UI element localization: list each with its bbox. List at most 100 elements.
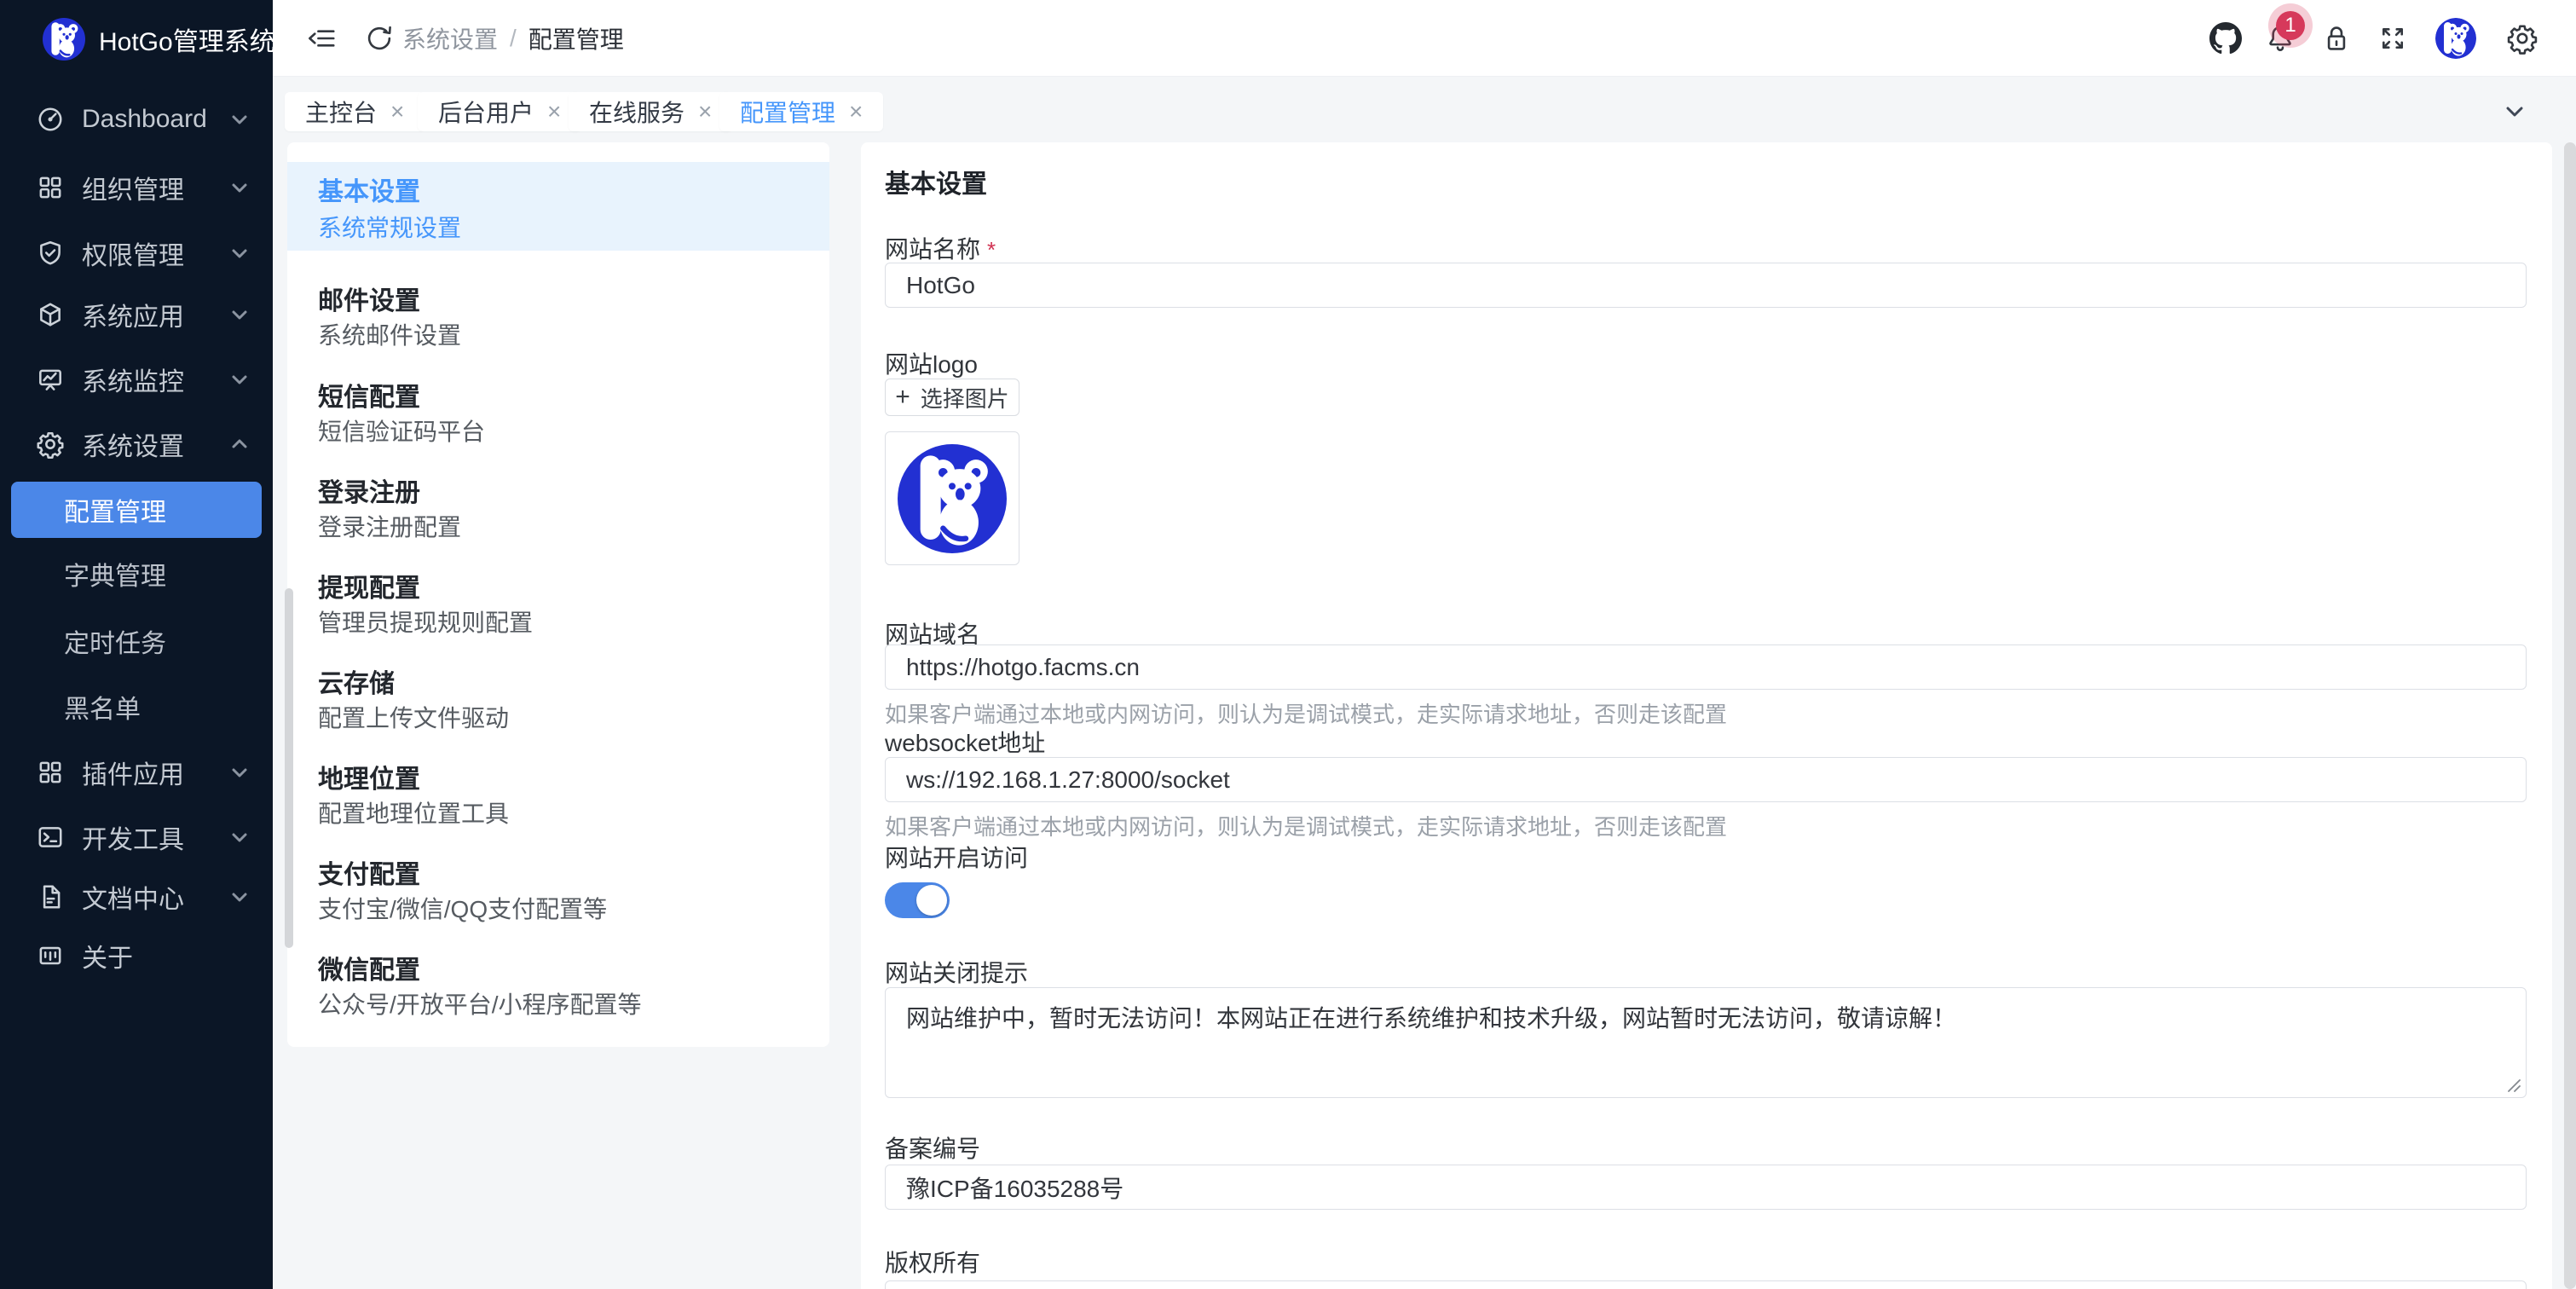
settings-nav-subtitle: 支付宝/微信/QQ支付配置等 <box>318 891 607 925</box>
site-access-toggle[interactable] <box>885 882 950 918</box>
sidebar-subitem-label: 字典管理 <box>64 555 166 592</box>
settings-nav-item-email[interactable]: 邮件设置 系统邮件设置 <box>287 275 829 360</box>
sidebar-item-label: 关于 <box>82 937 133 974</box>
settings-nav-subtitle: 公众号/开放平台/小程序配置等 <box>318 986 642 1020</box>
tab-online-service[interactable]: 在线服务 × <box>569 92 732 131</box>
grid-icon <box>36 758 65 787</box>
sidebar-item-docs[interactable]: 文档中心 <box>0 876 273 918</box>
sidebar-item-label: Dashboard <box>82 105 207 134</box>
sidebar-item-about[interactable]: 关于 <box>0 934 273 977</box>
copyright-input[interactable] <box>885 1280 2527 1289</box>
chevron-down-icon <box>230 828 249 847</box>
site-logo-label: 网站logo <box>885 346 978 380</box>
plus-icon: + <box>895 383 910 412</box>
sidebar-item-system-settings[interactable]: 系统设置 <box>0 423 273 465</box>
sidebar-item-monitoring[interactable]: 系统监控 <box>0 358 273 401</box>
sidebar-item-label: 系统监控 <box>82 361 184 398</box>
terminal-icon <box>36 823 65 852</box>
sidebar-subitem-scheduled-tasks[interactable]: 定时任务 <box>0 620 273 662</box>
settings-nav-item-wechat[interactable]: 微信配置 公众号/开放平台/小程序配置等 <box>287 944 829 1029</box>
sidebar-collapse-icon[interactable] <box>305 22 338 55</box>
toggle-knob <box>916 885 947 916</box>
settings-nav-item-sms[interactable]: 短信配置 短信验证码平台 <box>287 371 829 456</box>
settings-nav-title: 提现配置 <box>318 567 420 604</box>
settings-nav-item-cloud-storage[interactable]: 云存储 配置上传文件驱动 <box>287 657 829 743</box>
github-icon[interactable] <box>2209 22 2242 55</box>
sidebar-subitem-config-management[interactable]: 配置管理 <box>11 482 262 538</box>
dashboard-icon <box>36 105 65 134</box>
user-avatar[interactable] <box>2435 18 2476 59</box>
websocket-input[interactable] <box>885 757 2527 802</box>
app-logo-icon <box>43 18 85 61</box>
sidebar-subitem-blacklist[interactable]: 黑名单 <box>0 685 273 728</box>
sidebar-subitem-label: 定时任务 <box>64 622 166 660</box>
sidebar-subitem-dictionary[interactable]: 字典管理 <box>0 552 273 595</box>
refresh-icon[interactable] <box>363 22 396 55</box>
close-tip-textarea[interactable]: 网站维护中，暂时无法访问！本网站正在进行系统维护和技术升级，网站暂时无法访问，敬… <box>885 987 2527 1098</box>
tab-label: 在线服务 <box>589 95 684 129</box>
settings-nav-subtitle: 系统常规设置 <box>318 210 461 244</box>
site-name-label: 网站名称* <box>885 231 996 265</box>
tab-label: 配置管理 <box>740 95 835 129</box>
site-name-input[interactable] <box>885 263 2527 308</box>
tab-dashboard[interactable]: 主控台 × <box>285 92 425 131</box>
nav-scrollbar-thumb[interactable] <box>285 588 293 948</box>
koala-logo-image <box>898 444 1007 553</box>
lock-icon[interactable] <box>2320 22 2353 55</box>
sidebar-item-organization[interactable]: 组织管理 <box>0 166 273 209</box>
sidebar-item-plugins[interactable]: 插件应用 <box>0 751 273 794</box>
settings-nav-title: 登录注册 <box>318 471 420 509</box>
tabbar-chevron-down-icon[interactable] <box>2499 96 2530 127</box>
breadcrumb-section[interactable]: 系统设置 <box>402 21 498 55</box>
tab-close-icon[interactable]: × <box>390 100 404 124</box>
sidebar-item-label: 系统应用 <box>82 296 184 333</box>
tab-label: 后台用户 <box>438 95 534 129</box>
settings-nav-item-geolocation[interactable]: 地理位置 配置地理位置工具 <box>287 753 829 838</box>
sidebar-item-label: 文档中心 <box>82 878 184 916</box>
required-asterisk: * <box>987 237 996 263</box>
icp-label: 备案编号 <box>885 1130 980 1165</box>
chevron-down-icon <box>230 370 249 389</box>
breadcrumb-separator: / <box>510 25 517 52</box>
notification-badge: 1 <box>2276 11 2305 40</box>
site-logo-preview[interactable] <box>885 431 1019 565</box>
sidebar-item-permissions[interactable]: 权限管理 <box>0 232 273 275</box>
sidebar-item-system-apps[interactable]: 系统应用 <box>0 293 273 336</box>
settings-nav-title: 云存储 <box>318 662 395 700</box>
breadcrumb: 系统设置 / 配置管理 <box>402 0 624 77</box>
chevron-down-icon <box>230 110 249 129</box>
tab-admin-users[interactable]: 后台用户 × <box>418 92 581 131</box>
tabbar: 主控台 × 后台用户 × 在线服务 × 配置管理 × <box>273 78 2576 140</box>
tab-label: 主控台 <box>305 95 377 129</box>
sidebar: HotGo管理系统 Dashboard 组织管理 权限管理 系统应用 系统监控 <box>0 0 273 1289</box>
sidebar-item-label: 插件应用 <box>82 754 184 791</box>
tab-close-icon[interactable]: × <box>547 100 561 124</box>
content-scrollbar[interactable] <box>2564 142 2576 1289</box>
settings-nav-item-login[interactable]: 登录注册 登录注册配置 <box>287 466 829 552</box>
sidebar-subitem-label: 黑名单 <box>64 688 141 725</box>
tab-close-icon[interactable]: × <box>849 100 863 124</box>
settings-gear-icon[interactable] <box>2506 22 2538 55</box>
sidebar-subitem-label: 配置管理 <box>64 491 166 529</box>
icp-input[interactable] <box>885 1165 2527 1210</box>
choose-image-button[interactable]: + 选择图片 <box>885 379 1019 416</box>
tab-config-management[interactable]: 配置管理 × <box>719 92 883 131</box>
fullscreen-icon[interactable] <box>2377 22 2409 55</box>
settings-nav-item-basic[interactable]: 基本设置 系统常规设置 <box>287 162 829 251</box>
tab-close-icon[interactable]: × <box>698 100 712 124</box>
settings-nav-subtitle: 短信验证码平台 <box>318 413 485 448</box>
settings-nav-subtitle: 登录注册配置 <box>318 509 461 543</box>
button-label: 选择图片 <box>921 382 1009 413</box>
settings-nav-title: 支付配置 <box>318 853 420 891</box>
app-logo-row[interactable]: HotGo管理系统 <box>0 0 273 78</box>
sidebar-item-dev-tools[interactable]: 开发工具 <box>0 816 273 858</box>
domain-input[interactable] <box>885 644 2527 690</box>
grid-icon <box>36 173 65 202</box>
settings-nav-item-withdraw[interactable]: 提现配置 管理员提现规则配置 <box>287 562 829 647</box>
sidebar-item-dashboard[interactable]: Dashboard <box>0 98 273 141</box>
monitor-chart-icon <box>36 365 65 394</box>
copyright-label: 版权所有 <box>885 1245 980 1279</box>
sidebar-item-label: 开发工具 <box>82 818 184 856</box>
settings-nav-title: 邮件设置 <box>318 280 420 317</box>
settings-nav-item-payment[interactable]: 支付配置 支付宝/微信/QQ支付配置等 <box>287 848 829 934</box>
